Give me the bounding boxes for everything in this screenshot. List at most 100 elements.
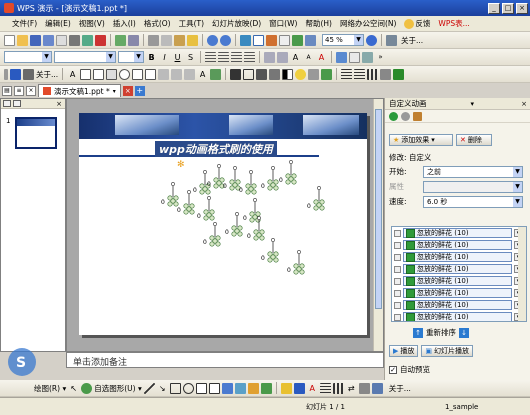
copy-icon[interactable] <box>161 34 172 46</box>
bullets-icon[interactable] <box>277 51 288 63</box>
menu-file[interactable]: 文件(F) <box>8 18 41 29</box>
menu-edit[interactable]: 编辑(E) <box>41 18 75 29</box>
menu-tools[interactable]: 工具(T) <box>175 18 208 29</box>
menu-wps[interactable]: WPS表... <box>434 18 473 29</box>
autoshape-menu[interactable]: 自选图形(U) ▾ <box>94 383 142 394</box>
align-right-icon[interactable] <box>231 51 242 63</box>
slides-tab-icon[interactable] <box>3 100 11 107</box>
print-preview-icon[interactable] <box>82 34 93 46</box>
textfield-icon[interactable] <box>93 68 105 80</box>
crop-icon[interactable] <box>308 68 320 80</box>
speed-select[interactable]: 6.0 秒 ▼ <box>423 196 523 208</box>
menu-slideshow[interactable]: 幻灯片放映(D) <box>208 18 265 29</box>
scrollbar-icon[interactable] <box>184 68 196 80</box>
font-size-select[interactable]: ▼ <box>118 51 144 63</box>
spell-check-icon[interactable] <box>115 34 126 46</box>
fill-color-icon[interactable] <box>280 382 292 394</box>
text-icon[interactable]: A <box>67 69 78 80</box>
vertical-scrollbar[interactable] <box>373 99 383 351</box>
rect-fill-icon[interactable] <box>230 68 242 80</box>
oval-icon[interactable] <box>182 382 194 394</box>
tab-dropdown-icon[interactable]: ▾ <box>113 88 116 95</box>
pdf-icon[interactable] <box>95 34 106 46</box>
design-icon[interactable] <box>336 51 347 63</box>
menu-network[interactable]: 网络办公空间(N) <box>336 18 400 29</box>
menu-insert[interactable]: 插入(I) <box>109 18 140 29</box>
font-color-icon[interactable]: A <box>307 383 318 394</box>
checkbox-icon[interactable] <box>80 68 92 80</box>
close-panel-icon[interactable]: × <box>26 85 36 96</box>
close-icon[interactable]: × <box>56 100 62 108</box>
print-icon[interactable] <box>69 34 80 46</box>
line-weight-icon[interactable] <box>319 382 331 394</box>
task-pane-close-icon[interactable]: × <box>521 100 527 108</box>
redo-icon[interactable] <box>220 34 231 46</box>
slide-thumbnail[interactable] <box>15 117 57 149</box>
new-icon[interactable] <box>4 34 15 46</box>
back-icon[interactable] <box>389 111 398 121</box>
task-pane-dropdown-icon[interactable]: ▾ <box>471 100 475 108</box>
undo-icon[interactable] <box>207 34 218 46</box>
label-icon[interactable]: A <box>197 69 208 80</box>
close-button[interactable]: × <box>516 2 528 14</box>
draw-menu[interactable]: 绘图(R) ▾ <box>34 383 66 394</box>
vertical-textbox-icon[interactable] <box>208 382 220 394</box>
save-icon[interactable] <box>30 34 41 46</box>
textbox-icon[interactable] <box>279 34 290 46</box>
rectangle-icon[interactable] <box>169 382 181 394</box>
new-tab-icon[interactable]: + <box>134 85 145 96</box>
textbox-icon[interactable] <box>195 382 207 394</box>
document-tab[interactable]: 演示文稿1.ppt * ▾ <box>38 84 121 97</box>
align-center-icon[interactable] <box>218 51 229 63</box>
slideshow-button[interactable]: ▣ 幻灯片播放 <box>421 345 474 357</box>
notes-area[interactable]: 单击添加备注 <box>66 352 384 368</box>
help-icon[interactable] <box>366 34 377 46</box>
italic-icon[interactable]: I <box>159 52 170 63</box>
menu-format[interactable]: 格式(O) <box>140 18 175 29</box>
clipart-icon[interactable] <box>247 382 259 394</box>
outline-tab-icon[interactable] <box>13 100 21 107</box>
move-up-icon[interactable]: ↑ <box>413 327 423 338</box>
brightness-icon[interactable] <box>295 68 307 80</box>
line-style-icon[interactable] <box>354 68 366 80</box>
arrow-style-icon[interactable]: ⇄ <box>346 383 357 394</box>
animation-list-scrollbar[interactable] <box>518 227 526 321</box>
decrease-font-icon[interactable]: A <box>303 52 314 63</box>
shadow-icon[interactable]: S <box>185 52 196 63</box>
open-icon[interactable] <box>17 34 28 46</box>
chart-icon[interactable] <box>266 34 277 46</box>
menu-view[interactable]: 视图(V) <box>75 18 109 29</box>
numbering-icon[interactable] <box>264 51 275 63</box>
line-icon[interactable] <box>143 382 155 394</box>
image-icon[interactable] <box>292 34 303 46</box>
listbox-icon[interactable] <box>132 68 144 80</box>
animated-shapes[interactable]: 0 0 0 0 0 0 0 0 0 0 0 0 0 0 0 0 ✻ <box>79 113 367 335</box>
underline-icon[interactable]: U <box>172 52 183 63</box>
layout-icon[interactable] <box>362 51 373 63</box>
line-color-icon[interactable] <box>293 382 305 394</box>
home-icon[interactable] <box>413 111 422 121</box>
shadow-style-icon[interactable] <box>358 382 370 394</box>
select-pointer-icon[interactable]: ↖ <box>68 383 79 394</box>
add-effect-button[interactable]: ★ 添加效果 ▾ <box>389 134 453 146</box>
diagram-icon[interactable] <box>234 382 246 394</box>
drawbar-about[interactable]: 关于... <box>389 383 411 394</box>
autopreview-checkbox[interactable]: ✓ <box>389 365 397 374</box>
animation-item[interactable]: 忽放的鲜花 (10)▾ <box>392 275 526 287</box>
font-select[interactable]: ▼ <box>54 51 116 63</box>
chevron-right-icon[interactable]: » <box>375 52 386 63</box>
grid-view-icon[interactable] <box>386 34 397 46</box>
maximize-button[interactable]: □ <box>502 2 514 14</box>
font-color-icon[interactable]: A <box>316 52 327 63</box>
grid-icon[interactable] <box>305 34 316 46</box>
wordart-icon[interactable] <box>221 382 233 394</box>
rotate-icon[interactable] <box>321 68 333 80</box>
start-select[interactable]: 之前 ▼ <box>423 166 523 178</box>
table-icon[interactable] <box>253 34 264 46</box>
shapes-icon[interactable] <box>10 68 21 80</box>
menu-feedback[interactable]: 反馈 <box>400 18 434 29</box>
color-a-icon[interactable] <box>256 68 268 80</box>
animation-item[interactable]: 忽放的鲜花 (10)▾ <box>392 299 526 311</box>
cut-icon[interactable] <box>148 34 159 46</box>
combobox-icon[interactable] <box>145 68 157 80</box>
